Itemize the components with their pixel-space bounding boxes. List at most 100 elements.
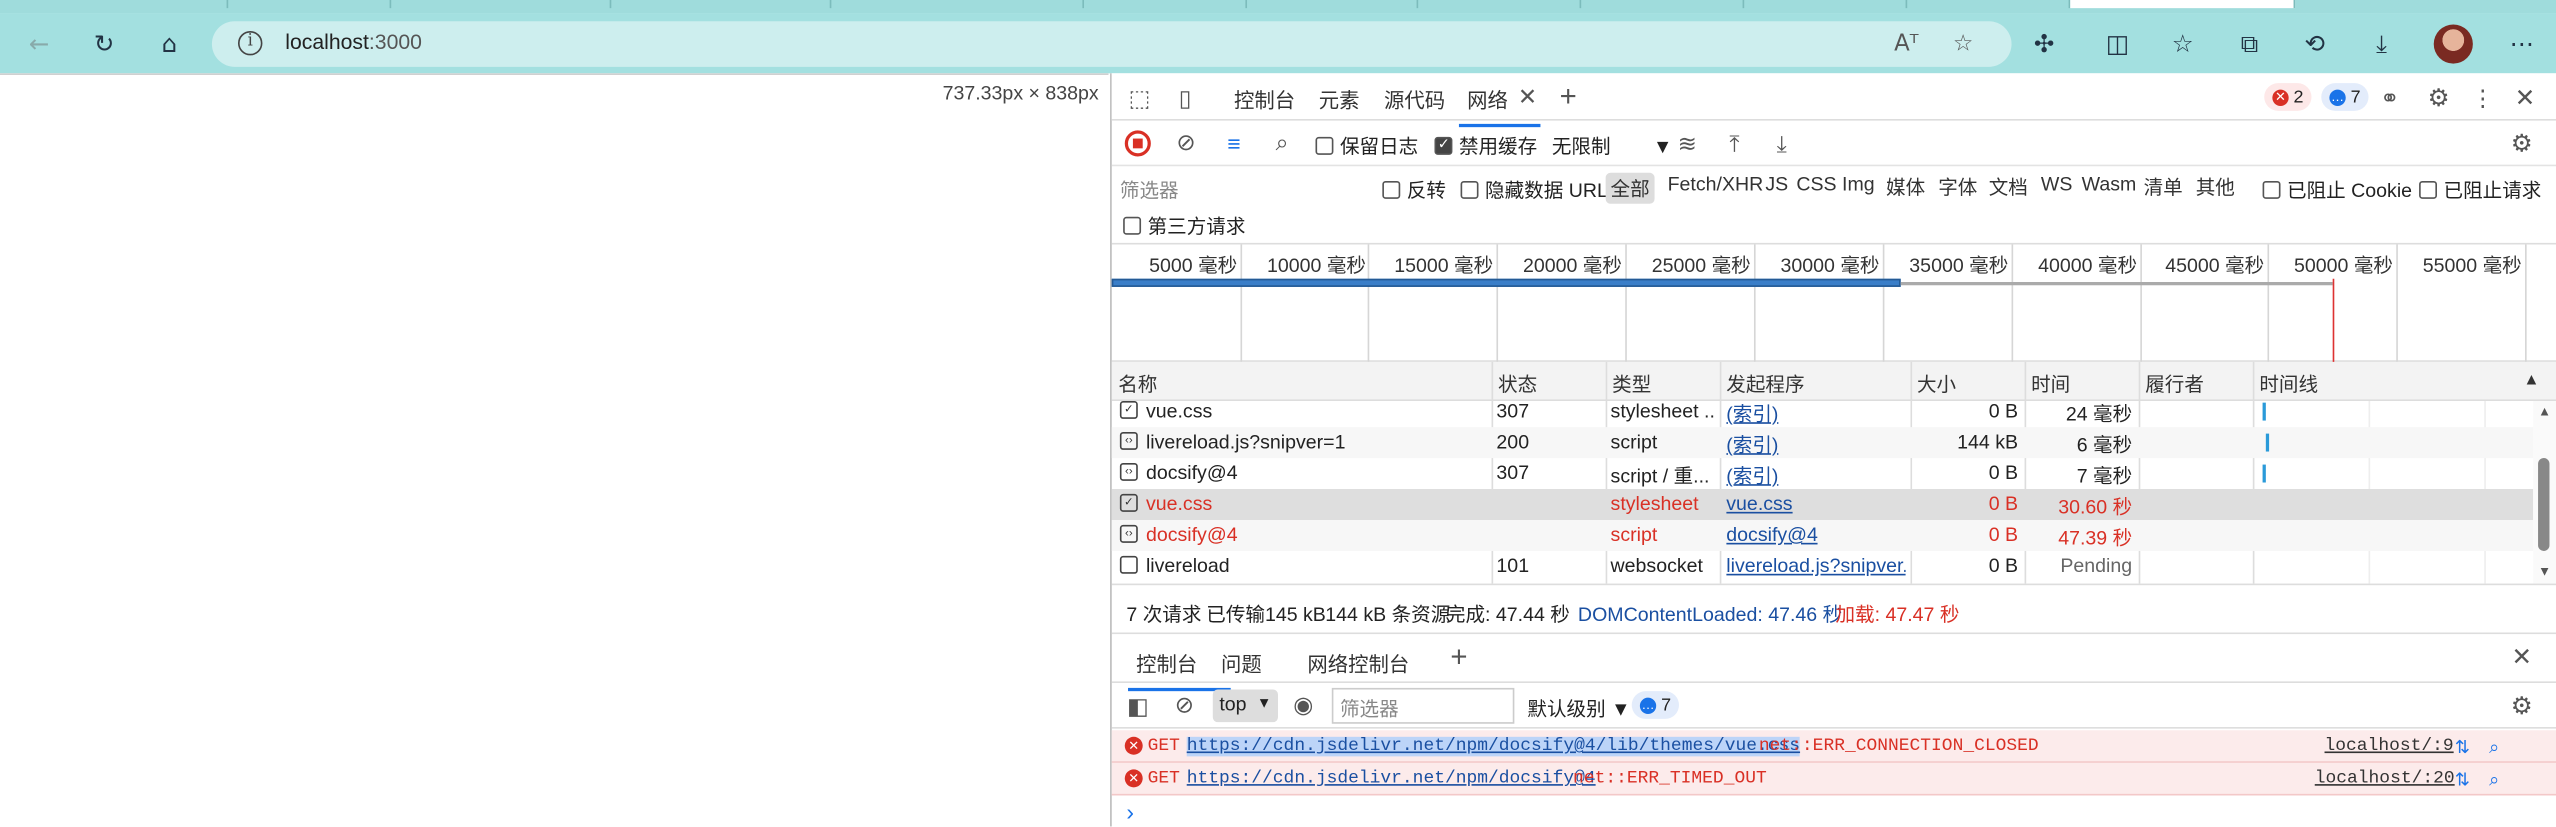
request-initiator[interactable]: (索引) [1726, 430, 1778, 458]
request-initiator[interactable]: (索引) [1726, 399, 1778, 427]
history-icon[interactable]: ⟲ [2295, 24, 2334, 63]
sort-up-icon[interactable]: ▲ [2523, 372, 2539, 390]
browser-tab[interactable] [1247, 0, 1419, 9]
site-info-icon[interactable]: i [237, 30, 263, 56]
network-conditions-icon[interactable]: ≋ [1672, 129, 1701, 158]
filter-type-media[interactable]: 媒体 [1886, 173, 1925, 201]
timeline-overview[interactable]: 5000 毫秒 10000 毫秒 15000 毫秒 20000 毫秒 25000… [1111, 242, 2556, 364]
col-name[interactable]: 名称 [1118, 370, 1157, 398]
table-row[interactable]: ‹› docsify@4 307 script / 重... (索引) 0 B … [1112, 458, 2533, 489]
disable-cache-checkbox[interactable]: 禁用缓存 [1434, 132, 1537, 160]
browser-tab[interactable] [1418, 0, 1582, 9]
connect-icon[interactable]: ⚭ [2377, 84, 2403, 111]
context-select[interactable]: top ▼ [1212, 689, 1278, 723]
home-icon[interactable]: ⌂ [150, 24, 189, 63]
log-level-select[interactable]: 默认级别 ▼ [1527, 694, 1630, 722]
browser-tab[interactable] [228, 0, 392, 9]
preserve-log-checkbox[interactable]: 保留日志 [1315, 132, 1418, 160]
add-tab-icon[interactable]: + [1555, 79, 1581, 112]
favorites-icon[interactable]: ☆ [2163, 24, 2202, 63]
console-filter-input[interactable]: 筛选器 [1331, 687, 1515, 724]
filter-type-other[interactable]: 其他 [2196, 173, 2235, 201]
scroll-up-icon[interactable]: ▲ [2538, 404, 2551, 419]
col-time[interactable]: 时间 [2031, 370, 2070, 398]
filter-type-js[interactable]: JS [1765, 173, 1788, 196]
browser-tab[interactable] [831, 0, 1085, 9]
filter-type-fetch-xhr[interactable]: Fetch/XHR [1668, 173, 1764, 196]
url-field[interactable]: i localhost:3000 Aᵀ ☆ [211, 21, 2012, 67]
col-type[interactable]: 类型 [1612, 370, 1651, 398]
table-row[interactable]: ✓ vue.css 307 stylesheet ... (索引) 0 B 24… [1112, 396, 2533, 427]
live-expression-eye-icon[interactable]: ◉ [1289, 691, 1317, 719]
browser-tab[interactable] [0, 0, 229, 9]
close-tab-icon[interactable]: ✕ [1516, 82, 1539, 108]
error-count-badge[interactable]: ✕ 2 [2264, 83, 2312, 111]
filter-type-doc[interactable]: 文档 [1989, 173, 2028, 201]
inspect-element-icon[interactable]: ⬚ [1125, 83, 1154, 112]
favorite-star-icon[interactable]: ☆ [1953, 31, 1973, 57]
clear-icon[interactable]: ⊘ [1172, 129, 1200, 157]
invert-checkbox[interactable]: 反转 [1382, 176, 1446, 204]
network-panel-link-icon[interactable]: ⇅ [2455, 737, 2470, 758]
col-size[interactable]: 大小 [1917, 370, 1956, 398]
hide-data-url-checkbox[interactable]: 隐藏数据 URL [1460, 176, 1608, 204]
drawer-tab-issues[interactable]: 问题 [1221, 647, 1262, 678]
clear-console-icon[interactable]: ⊘ [1170, 691, 1198, 719]
search-icon[interactable]: ⌕ [1268, 129, 1296, 157]
drawer-tab-network-console[interactable]: 网络控制台 [1307, 647, 1409, 678]
more-options-icon[interactable]: ⋮ [2471, 83, 2494, 112]
device-toolbar-icon[interactable]: ▯ [1170, 83, 1199, 112]
split-screen-icon[interactable]: ◫ [2098, 24, 2137, 63]
close-drawer-icon[interactable]: ✕ [2509, 642, 2535, 672]
scrollbar-thumb[interactable] [2538, 458, 2550, 551]
record-icon[interactable] [1124, 130, 1151, 157]
tab-elements[interactable]: 元素 [1319, 83, 1360, 114]
filter-type-ws[interactable]: WS [2041, 173, 2073, 196]
drawer-tab-console[interactable]: 控制台 [1128, 647, 1229, 692]
read-aloud-icon[interactable]: Aᵀ [1894, 31, 1918, 57]
console-prompt[interactable]: › [1126, 799, 1134, 825]
message-source[interactable]: localhost/:20 [2315, 769, 2455, 789]
filter-input[interactable]: 筛选器 [1120, 176, 1365, 204]
browser-tab[interactable] [1084, 0, 1248, 9]
col-status[interactable]: 状态 [1498, 370, 1537, 398]
console-settings-icon[interactable]: ⚙ [2507, 691, 2536, 721]
browser-tab[interactable] [611, 0, 832, 9]
third-party-checkbox[interactable]: 第三方请求 [1123, 212, 1245, 240]
browser-tab[interactable] [1581, 0, 1745, 9]
table-row-selected[interactable]: ✓ vue.css stylesheet vue.css 0 B 30.60 秒 [1111, 489, 2534, 521]
request-initiator[interactable]: vue.css [1726, 492, 1792, 515]
browser-tab[interactable] [1744, 0, 1908, 9]
network-panel-link-icon[interactable]: ⇅ [2455, 769, 2470, 790]
search-issue-icon[interactable]: ⌕ [2489, 769, 2499, 792]
filter-icon[interactable]: ≡ [1219, 129, 1248, 157]
scroll-down-icon[interactable]: ▼ [2538, 564, 2551, 579]
message-source[interactable]: localhost/:9 [2325, 737, 2454, 757]
back-icon[interactable]: ← [20, 24, 59, 63]
message-url[interactable]: https://cdn.jsdelivr.net/npm/docsify@4 [1187, 769, 1596, 789]
filter-type-manifest[interactable]: 清单 [2144, 173, 2183, 201]
filter-type-font[interactable]: 字体 [1938, 173, 1977, 201]
col-waterfall[interactable]: 时间线 [2259, 370, 2318, 398]
browser-tab[interactable] [1907, 0, 2071, 9]
table-row[interactable]: livereload 101 websocket livereload.js?s… [1112, 551, 2533, 582]
browser-tab-active[interactable] [2070, 0, 2296, 9]
throttle-select[interactable]: 无限制 ▼ [1552, 132, 1672, 160]
message-count-badge[interactable]: … 7 [2321, 83, 2369, 111]
collections-icon[interactable]: ⧉ [2230, 24, 2269, 63]
filter-type-img[interactable]: Img [1842, 173, 1875, 196]
request-initiator[interactable]: livereload.js?snipver... [1726, 554, 1905, 577]
console-sidebar-icon[interactable]: ◧ [1125, 692, 1151, 719]
requests-scrollbar[interactable]: ▲ ▼ [2533, 401, 2556, 584]
tab-sources[interactable]: 源代码 [1384, 83, 1445, 114]
add-drawer-tab-icon[interactable]: + [1446, 640, 1472, 673]
network-settings-icon[interactable]: ⚙ [2507, 129, 2536, 158]
request-initiator[interactable]: docsify@4 [1726, 523, 1818, 546]
filter-type-css[interactable]: CSS [1796, 173, 1836, 196]
tab-network[interactable]: 网络 [1458, 83, 1541, 128]
extensions-icon[interactable]: ✣ [2025, 24, 2064, 63]
profile-avatar[interactable] [2433, 24, 2473, 64]
message-url[interactable]: https://cdn.jsdelivr.net/npm/docsify@4/l… [1186, 736, 1801, 757]
import-har-icon[interactable]: ⤒ [1721, 129, 1747, 158]
export-har-icon[interactable]: ⤓ [1769, 129, 1795, 158]
